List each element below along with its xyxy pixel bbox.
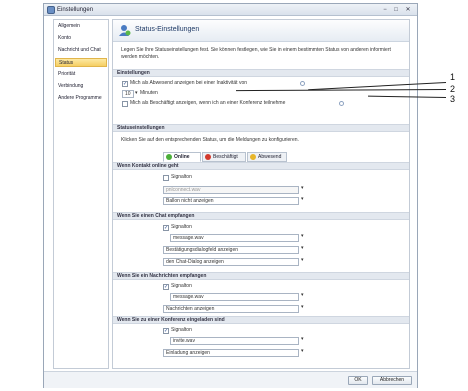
minutes-label: Minuten	[140, 90, 158, 96]
tab-busy[interactable]: Beschäftigt	[202, 152, 246, 162]
away-status-icon	[250, 154, 256, 160]
online-action-dropdown-icon[interactable]: ▾	[301, 196, 304, 202]
tab-busy-label: Beschäftigt	[213, 154, 238, 160]
sidebar-item-konto[interactable]: Konto	[55, 34, 107, 43]
online-signal-checkbox[interactable]	[163, 175, 169, 181]
dialog-footer: OK Abbrechen	[44, 371, 417, 388]
away-minutes-input[interactable]: 10	[122, 90, 134, 98]
close-icon[interactable]: ✕	[403, 6, 413, 14]
conference-sound-dropdown-icon[interactable]: ▾	[301, 336, 304, 342]
busy-info-icon	[339, 101, 344, 106]
ok-button[interactable]: OK	[348, 376, 368, 385]
chat-signal-checkbox[interactable]: ✓	[163, 225, 169, 231]
title-bar: Einstellungen − □ ✕	[44, 4, 417, 16]
online-sound-select[interactable]: pnlconnect.wav	[163, 186, 299, 194]
section-header-conference: Wenn Sie zu einer Konferenz eingeladen s…	[113, 316, 409, 324]
sidebar-item-andere-programme[interactable]: Andere Programme	[55, 94, 107, 103]
settings-sidebar: Allgemein Konto Nachricht und Chat Statu…	[53, 19, 109, 369]
chat-sound-select[interactable]: message.wav	[170, 234, 299, 242]
busy-status-icon	[205, 154, 211, 160]
message-signal-checkbox[interactable]: ✓	[163, 284, 169, 290]
settings-window: Einstellungen − □ ✕ Allgemein Konto Nach…	[43, 3, 418, 388]
conference-action-select[interactable]: Einladung anzeigen	[163, 349, 299, 357]
sidebar-item-verbindung[interactable]: Verbindung	[55, 82, 107, 91]
message-signal-label: Signalton	[171, 283, 192, 289]
sidebar-item-nachricht-chat[interactable]: Nachricht und Chat	[55, 46, 107, 55]
section-header-chat: Wenn Sie einen Chat empfangen	[113, 212, 409, 220]
cancel-button[interactable]: Abbrechen	[372, 376, 412, 385]
online-status-icon	[166, 154, 172, 160]
callout-number-2: 2	[450, 84, 456, 94]
status-settings-section-header: Statuseinstellungen	[113, 124, 409, 132]
message-action-dropdown-icon[interactable]: ▾	[301, 304, 304, 310]
sidebar-item-prioritaet[interactable]: Priorität	[55, 70, 107, 79]
online-sound-dropdown-icon[interactable]: ▾	[301, 185, 304, 191]
online-action-select[interactable]: Ballon nicht anzeigen	[163, 197, 299, 205]
page-title: Status-Einstellungen	[135, 26, 200, 33]
status-settings-hint: Klicken Sie auf den entsprechenden Statu…	[121, 137, 299, 143]
app-icon	[47, 6, 55, 14]
minimize-icon[interactable]: −	[380, 6, 390, 14]
tab-online-label: Online	[174, 154, 190, 160]
tab-away[interactable]: Abwesend	[247, 152, 287, 162]
conference-signal-checkbox[interactable]: ✓	[163, 328, 169, 334]
away-info-icon	[300, 81, 305, 86]
minutes-spinner-icon[interactable]: ▾	[135, 90, 138, 96]
section-header-messages: Wenn Sie ein Nachrichten empfangen	[113, 272, 409, 280]
chat-dialog-select[interactable]: den Chat-Dialog anzeigen	[163, 258, 299, 266]
section-header-contact-online: Wenn Kontakt online geht	[113, 162, 409, 170]
maximize-icon[interactable]: □	[391, 6, 401, 14]
chat-dialog-dropdown-icon[interactable]: ▾	[301, 257, 304, 263]
page-header: Status-Einstellungen	[113, 20, 409, 42]
sidebar-item-allgemein[interactable]: Allgemein	[55, 22, 107, 31]
tab-online[interactable]: Online	[163, 152, 201, 162]
conference-signal-label: Signalton	[171, 327, 192, 333]
sidebar-item-status[interactable]: Status	[55, 58, 107, 67]
chat-sound-dropdown-icon[interactable]: ▾	[301, 233, 304, 239]
window-title: Einstellungen	[57, 7, 94, 13]
tab-away-label: Abwesend	[258, 154, 282, 160]
message-sound-select[interactable]: message.wav	[170, 293, 299, 301]
conference-action-dropdown-icon[interactable]: ▾	[301, 348, 304, 354]
message-sound-dropdown-icon[interactable]: ▾	[301, 292, 304, 298]
chat-signal-label: Signalton	[171, 224, 192, 230]
user-status-icon	[119, 25, 131, 36]
away-label: Mich als Abwesend anzeigen bei einer Ina…	[130, 80, 248, 86]
busy-label: Mich als Beschäftigt anzeigen, wenn ich …	[130, 100, 286, 106]
content-panel: Status-Einstellungen Legen Sie Ihre Stat…	[112, 19, 410, 369]
callout-number-3: 3	[450, 94, 456, 104]
away-checkbox[interactable]: ✓	[122, 81, 128, 87]
callout-number-1: 1	[450, 72, 456, 82]
message-action-select[interactable]: Nachrichten anzeigen	[163, 305, 299, 313]
online-signal-label: Signalton	[171, 174, 192, 180]
page-description: Legen Sie Ihre Statuseinstellungen fest.…	[121, 47, 391, 60]
settings-section-header: Einstellungen	[113, 69, 409, 77]
chat-action-select[interactable]: Bestätigungsdialogfeld anzeigen	[163, 246, 299, 254]
busy-checkbox[interactable]	[122, 101, 128, 107]
chat-action-dropdown-icon[interactable]: ▾	[301, 245, 304, 251]
conference-sound-select[interactable]: invite.wav	[170, 337, 299, 345]
